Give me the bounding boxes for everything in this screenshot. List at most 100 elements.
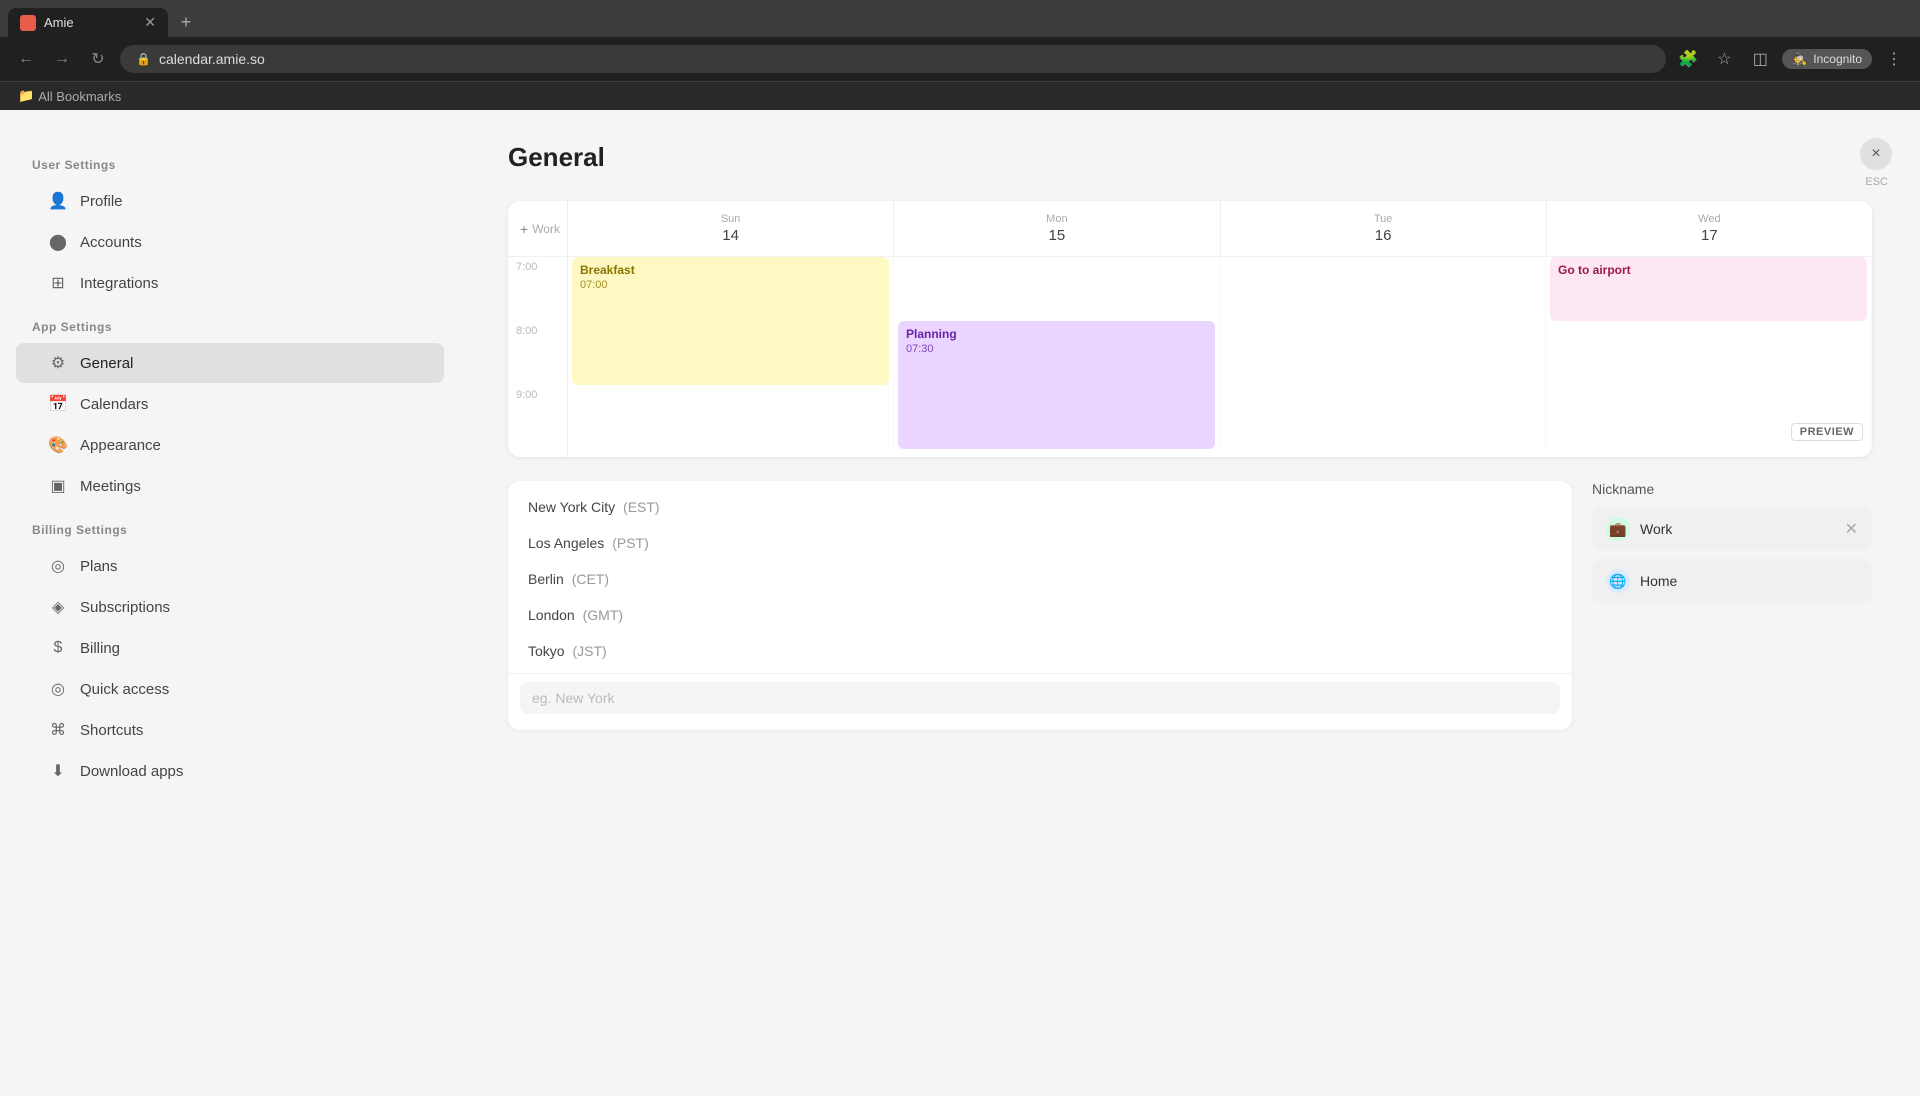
sidebar-item-quick-access[interactable]: ◎ Quick access <box>16 669 444 709</box>
add-calendar-icon[interactable]: + <box>520 221 528 237</box>
close-button[interactable]: × <box>1860 138 1892 170</box>
day-name-tue: Tue <box>1229 213 1538 225</box>
subscriptions-icon: ◈ <box>48 597 68 617</box>
cal-col-mon: Planning 07:30 <box>894 257 1220 449</box>
timezone-item-tokyo[interactable]: Tokyo (JST) <box>508 633 1572 669</box>
cal-col-wed: Go to airport PREVIEW <box>1546 257 1872 449</box>
breakfast-title: Breakfast <box>580 263 881 277</box>
billing-icon: $ <box>48 638 68 658</box>
timezone-item-london[interactable]: London (GMT) <box>508 597 1572 633</box>
timezone-list: New York City (EST) Los Angeles (PST) Be… <box>508 481 1572 730</box>
nickname-home-text: Home <box>1640 573 1858 589</box>
timezone-item-nyc[interactable]: New York City (EST) <box>508 489 1572 525</box>
browser-tab-amie[interactable]: Amie ✕ <box>8 8 168 37</box>
new-tab-button[interactable]: + <box>172 9 200 37</box>
nickname-label: Nickname <box>1592 481 1872 497</box>
profile-icon: 👤 <box>48 191 68 211</box>
sidebar-item-download-apps[interactable]: ⬇ Download apps <box>16 751 444 791</box>
planning-time: 07:30 <box>906 343 1207 355</box>
nickname-work-remove[interactable]: ✕ <box>1845 519 1858 539</box>
calendar-body: 7:00 8:00 9:00 Breakfast 07:00 <box>508 257 1872 457</box>
sidebar-accounts-label: Accounts <box>80 234 142 251</box>
sidebar-item-shortcuts[interactable]: ⌘ Shortcuts <box>16 710 444 750</box>
tab-favicon <box>20 15 36 31</box>
time-slot-9: 9:00 <box>508 385 567 449</box>
app-settings-label: App Settings <box>0 304 460 342</box>
timezone-item-la[interactable]: Los Angeles (PST) <box>508 525 1572 561</box>
lock-icon: 🔒 <box>136 52 151 66</box>
sidebar-download-apps-label: Download apps <box>80 763 183 780</box>
sidebar-item-meetings[interactable]: ▣ Meetings <box>16 466 444 506</box>
sidebar-item-appearance[interactable]: 🎨 Appearance <box>16 425 444 465</box>
all-bookmarks-item[interactable]: 📁 All Bookmarks <box>12 86 127 106</box>
sidebar-quick-access-label: Quick access <box>80 681 169 698</box>
appearance-icon: 🎨 <box>48 435 68 455</box>
main-content: General × ESC + Work Sun 14 Mon 15 Tue <box>460 110 1920 1096</box>
bookmarks-folder-icon: 📁 <box>18 88 34 104</box>
incognito-icon: 🕵 <box>1792 52 1807 66</box>
time-label-8: 8:00 <box>516 325 537 337</box>
timezone-input-row <box>508 673 1572 722</box>
sidebar-item-accounts[interactable]: ⬤ Accounts <box>16 222 444 262</box>
calendars-icon: 📅 <box>48 394 68 414</box>
back-button[interactable]: ← <box>12 45 40 73</box>
work-icon: 💼 <box>1606 517 1630 541</box>
day-num-17: 17 <box>1555 227 1864 244</box>
sidebar: User Settings 👤 Profile ⬤ Accounts ⊞ Int… <box>0 110 460 1096</box>
nickname-item-home[interactable]: 🌐 Home <box>1592 559 1872 603</box>
sidebar-item-profile[interactable]: 👤 Profile <box>16 181 444 221</box>
address-bar[interactable]: 🔒 calendar.amie.so <box>120 45 1666 73</box>
accounts-icon: ⬤ <box>48 232 68 252</box>
forward-button[interactable]: → <box>48 45 76 73</box>
calendar-corner: + Work <box>508 201 568 256</box>
calendar-columns: Breakfast 07:00 Planning 07:30 Go to <box>568 257 1872 457</box>
tab-close-button[interactable]: ✕ <box>144 14 156 31</box>
planning-title: Planning <box>906 327 1207 341</box>
sidebar-item-subscriptions[interactable]: ◈ Subscriptions <box>16 587 444 627</box>
meetings-icon: ▣ <box>48 476 68 496</box>
event-planning[interactable]: Planning 07:30 <box>898 321 1215 449</box>
browser-toolbar: ← → ↻ 🔒 calendar.amie.so 🧩 ☆ ◫ 🕵 Incogni… <box>0 37 1920 81</box>
menu-button[interactable]: ⋮ <box>1880 45 1908 73</box>
event-airport[interactable]: Go to airport <box>1550 257 1867 321</box>
timezone-section: New York City (EST) Los Angeles (PST) Be… <box>508 481 1872 730</box>
tab-bar: Amie ✕ + <box>0 0 1920 37</box>
plans-icon: ◎ <box>48 556 68 576</box>
day-num-16: 16 <box>1229 227 1538 244</box>
tab-title: Amie <box>44 15 136 30</box>
home-icon: 🌐 <box>1606 569 1630 593</box>
star-icon[interactable]: ☆ <box>1710 45 1738 73</box>
event-breakfast[interactable]: Breakfast 07:00 <box>572 257 889 385</box>
day-name-mon: Mon <box>902 213 1211 225</box>
sidebar-icon[interactable]: ◫ <box>1746 45 1774 73</box>
day-num-15: 15 <box>902 227 1211 244</box>
sidebar-profile-label: Profile <box>80 193 123 210</box>
sidebar-item-billing[interactable]: $ Billing <box>16 628 444 668</box>
day-num-14: 14 <box>576 227 885 244</box>
general-icon: ⚙ <box>48 353 68 373</box>
sidebar-appearance-label: Appearance <box>80 437 161 454</box>
timezone-search-input[interactable] <box>520 682 1560 714</box>
cal-col-tue <box>1220 257 1546 449</box>
day-name-wed: Wed <box>1555 213 1864 225</box>
timezone-item-berlin[interactable]: Berlin (CET) <box>508 561 1572 597</box>
reload-button[interactable]: ↻ <box>84 45 112 73</box>
sidebar-item-calendars[interactable]: 📅 Calendars <box>16 384 444 424</box>
breakfast-time: 07:00 <box>580 279 881 291</box>
calendar-times: 7:00 8:00 9:00 <box>508 257 568 457</box>
bookmarks-bar: 📁 All Bookmarks <box>0 81 1920 110</box>
page-content: User Settings 👤 Profile ⬤ Accounts ⊞ Int… <box>0 110 1920 1096</box>
sidebar-integrations-label: Integrations <box>80 275 158 292</box>
calendar-day-tue: Tue 16 <box>1221 201 1547 256</box>
time-slot-8: 8:00 <box>508 321 567 385</box>
sidebar-shortcuts-label: Shortcuts <box>80 722 143 739</box>
calendar-preview: + Work Sun 14 Mon 15 Tue 16 Wed 17 <box>508 201 1872 457</box>
sidebar-item-integrations[interactable]: ⊞ Integrations <box>16 263 444 303</box>
nickname-item-work[interactable]: 💼 Work ✕ <box>1592 507 1872 551</box>
sidebar-item-plans[interactable]: ◎ Plans <box>16 546 444 586</box>
extensions-icon[interactable]: 🧩 <box>1674 45 1702 73</box>
sidebar-item-general[interactable]: ⚙ General <box>16 343 444 383</box>
calendar-header: + Work Sun 14 Mon 15 Tue 16 Wed 17 <box>508 201 1872 257</box>
day-name-sun: Sun <box>576 213 885 225</box>
browser-chrome: Amie ✕ + ← → ↻ 🔒 calendar.amie.so 🧩 ☆ ◫ … <box>0 0 1920 110</box>
